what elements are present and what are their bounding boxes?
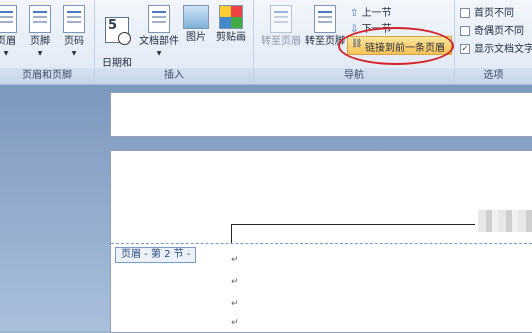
first-page-different-checkbox[interactable]: 首页不同 [460,4,514,19]
checkmark-icon: ✓ [460,44,470,54]
group-label-navigation: 导航 [254,68,454,84]
show-document-text-checkbox[interactable]: ✓ 显示文档文字 [460,40,532,55]
previous-section-label: 上一节 [361,8,392,19]
clip-art-icon [219,5,243,29]
paragraph-mark: ↵ [231,318,239,328]
paragraph-mark: ↵ [231,277,239,287]
page-number-icon [63,5,85,33]
header-button[interactable]: 页眉 ▼ [0,5,20,60]
previous-arrow-icon: ⇧ [350,8,359,19]
header-icon [0,5,17,33]
previous-page [110,92,532,137]
annotation-ellipse [338,27,454,65]
current-page[interactable] [110,150,532,333]
checkbox-box [460,8,470,18]
ribbon: 页眉 ▼ 页脚 ▼ 页码 ▼ 页眉和页脚 5 日期和 时间 文档部件 ▼ [0,0,532,85]
odd-even-different-checkbox[interactable]: 奇偶页不同 [460,22,524,37]
calendar-clock-icon: 5 [105,17,131,45]
quick-parts-button-label: 文档部件 [139,36,179,47]
picture-button-label: 图片 [186,32,206,43]
dropdown-arrow-icon: ▼ [156,50,162,57]
footer-icon [29,5,51,33]
quick-parts-button[interactable]: 文档部件 ▼ [136,5,182,60]
odd-even-different-label: 奇偶页不同 [474,26,524,37]
paragraph-mark: ↵ [231,255,239,265]
goto-footer-icon [314,5,336,33]
text-margin-mark [231,224,232,244]
show-document-text-label: 显示文档文字 [474,44,532,55]
clip-art-button-label: 剪贴画 [216,32,246,43]
group-header-footer: 页眉 ▼ 页脚 ▼ 页码 ▼ 页眉和页脚 [0,0,95,84]
footer-button-label: 页脚 [30,36,50,47]
header-section-tag: 页眉 - 第 2 节 - [115,247,197,263]
dropdown-arrow-icon: ▼ [71,50,77,57]
picture-icon [183,5,209,29]
group-label-options: 选项 [455,68,532,84]
first-page-different-label: 首页不同 [474,8,514,19]
dropdown-arrow-icon: ▼ [3,50,9,57]
paragraph-mark: ↵ [231,299,239,309]
blurred-region [478,210,532,232]
group-label-insert: 插入 [95,68,253,84]
clip-art-button[interactable]: 剪贴画 [214,5,248,44]
goto-header-icon [270,5,292,33]
group-label-header-footer: 页眉和页脚 [0,68,94,84]
goto-header-label: 转至页眉 [261,36,301,47]
page-number-button-label: 页码 [64,36,84,47]
header-boundary [111,243,532,244]
dropdown-arrow-icon: ▼ [37,50,43,57]
goto-header-button[interactable]: 转至页眉 [259,5,303,48]
group-options: 首页不同 奇偶页不同 ✓ 显示文档文字 选项 [455,0,532,84]
group-insert: 5 日期和 时间 文档部件 ▼ 图片 剪贴画 插入 [95,0,254,84]
header-border-line [232,224,475,225]
header-button-label: 页眉 [0,36,16,47]
page-number-button[interactable]: 页码 ▼ [61,5,87,60]
quick-parts-icon [148,5,170,33]
footer-button[interactable]: 页脚 ▼ [27,5,53,60]
checkbox-box [460,26,470,36]
picture-button[interactable]: 图片 [183,5,209,44]
previous-section-button[interactable]: ⇧ 上一节 [350,4,392,19]
